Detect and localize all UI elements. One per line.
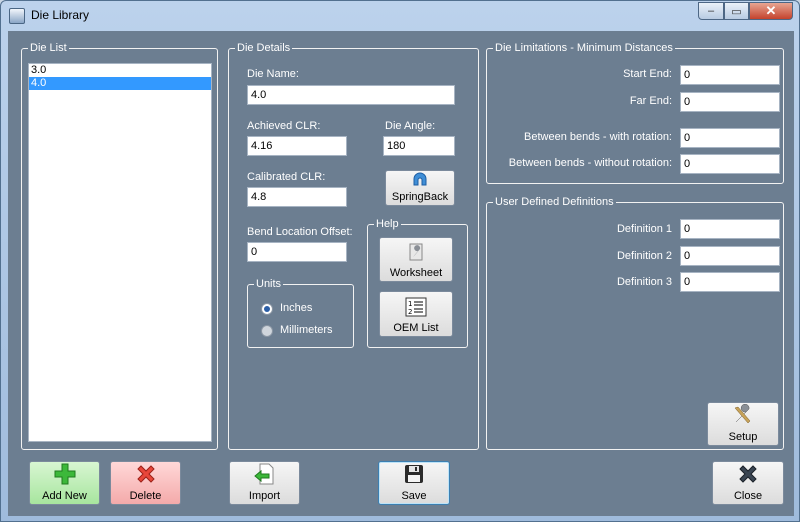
definition-3-input[interactable] (680, 272, 780, 292)
inches-label[interactable]: Inches (280, 302, 312, 314)
close-window-button[interactable]: ✕ (749, 2, 793, 20)
numbered-list-icon: 12 (405, 297, 427, 320)
die-angle-input[interactable] (383, 136, 455, 156)
inches-radio[interactable] (261, 303, 273, 315)
without-rotation-input[interactable] (680, 154, 780, 174)
die-angle-label: Die Angle: (385, 120, 436, 132)
die-list-group: Die List 3.0 4.0 (21, 41, 218, 450)
import-label: Import (248, 490, 281, 502)
wrench-icon (406, 242, 426, 265)
achieved-clr-label: Achieved CLR: (247, 120, 321, 132)
close-label: Close (733, 490, 763, 502)
title-bar[interactable]: Die Library ‒ ▭ ✕ (1, 1, 799, 31)
user-defined-group-label: User Defined Definitions (493, 195, 616, 209)
help-group: Help Worksheet 12 OEM List (367, 217, 468, 348)
svg-text:1: 1 (408, 300, 412, 308)
bend-offset-label: Bend Location Offset: (247, 226, 353, 238)
die-details-group-label: Die Details (235, 41, 293, 55)
window-title: Die Library (31, 8, 90, 22)
oem-list-button[interactable]: 12 OEM List (379, 291, 453, 337)
springback-button[interactable]: SpringBack (385, 170, 455, 206)
import-button[interactable]: Import (229, 461, 300, 505)
calibrated-clr-input[interactable] (247, 187, 347, 207)
with-rotation-input[interactable] (680, 128, 780, 148)
far-end-label: Far End: (629, 95, 672, 107)
import-arrow-icon (253, 463, 276, 488)
plus-icon (54, 463, 76, 488)
definition-1-label: Definition 1 (616, 223, 672, 235)
save-label: Save (401, 490, 427, 502)
svg-text:2: 2 (408, 308, 412, 316)
die-name-input[interactable] (247, 85, 455, 105)
millimeters-label[interactable]: Millimeters (280, 324, 333, 336)
floppy-disk-icon (403, 463, 425, 488)
help-group-label: Help (374, 217, 401, 231)
die-details-group: Die Details Die Name: Achieved CLR: Die … (228, 41, 479, 450)
millimeters-radio[interactable] (261, 325, 273, 337)
die-name-label: Die Name: (247, 68, 299, 80)
units-group: Units Inches Millimeters (247, 277, 354, 348)
add-new-label: Add New (42, 490, 87, 502)
worksheet-button[interactable]: Worksheet (379, 237, 453, 282)
save-button[interactable]: Save (378, 461, 450, 505)
close-x-icon (737, 463, 759, 488)
oem-list-label: OEM List (393, 322, 439, 334)
achieved-clr-input[interactable] (247, 136, 347, 156)
die-list-group-label: Die List (28, 41, 69, 55)
delete-label: Delete (129, 490, 162, 502)
setup-label: Setup (728, 431, 758, 443)
user-defined-group: User Defined Definitions Definition 1 De… (486, 195, 784, 450)
bend-offset-input[interactable] (247, 242, 347, 262)
far-end-input[interactable] (680, 92, 780, 112)
x-icon (135, 463, 157, 488)
window-controls: ‒ ▭ ✕ (698, 2, 793, 20)
springback-label: SpringBack (391, 191, 449, 203)
die-list-item[interactable]: 3.0 (29, 64, 211, 77)
definition-2-label: Definition 2 (616, 250, 672, 262)
die-limitations-group: Die Limitations - Minimum Distances Star… (486, 41, 784, 184)
die-listbox[interactable]: 3.0 4.0 (28, 63, 212, 442)
app-icon (9, 8, 25, 24)
setup-button[interactable]: Setup (707, 402, 779, 446)
definition-2-input[interactable] (680, 246, 780, 266)
die-list-item-selected[interactable]: 4.0 (29, 77, 211, 90)
without-rotation-label: Between bends - without rotation: (508, 157, 672, 169)
worksheet-label: Worksheet (389, 267, 443, 279)
add-new-button[interactable]: Add New (29, 461, 100, 505)
tools-icon (732, 403, 754, 429)
close-button[interactable]: Close (712, 461, 784, 505)
minimize-button[interactable]: ‒ (698, 2, 724, 20)
start-end-input[interactable] (680, 65, 780, 85)
with-rotation-label: Between bends - with rotation: (524, 131, 672, 143)
definition-3-label: Definition 3 (616, 276, 672, 288)
maximize-button[interactable]: ▭ (724, 2, 749, 20)
definition-1-input[interactable] (680, 219, 780, 239)
delete-button[interactable]: Delete (110, 461, 181, 505)
calibrated-clr-label: Calibrated CLR: (247, 171, 326, 183)
start-end-label: Start End: (623, 68, 672, 80)
client-area: Die List 3.0 4.0 Die Details Die Name: A… (8, 31, 794, 516)
die-limitations-group-label: Die Limitations - Minimum Distances (493, 41, 675, 55)
springback-icon (412, 172, 428, 189)
units-group-label: Units (254, 277, 284, 291)
die-library-window: Die Library ‒ ▭ ✕ Die List 3.0 4.0 Die D… (0, 0, 800, 522)
